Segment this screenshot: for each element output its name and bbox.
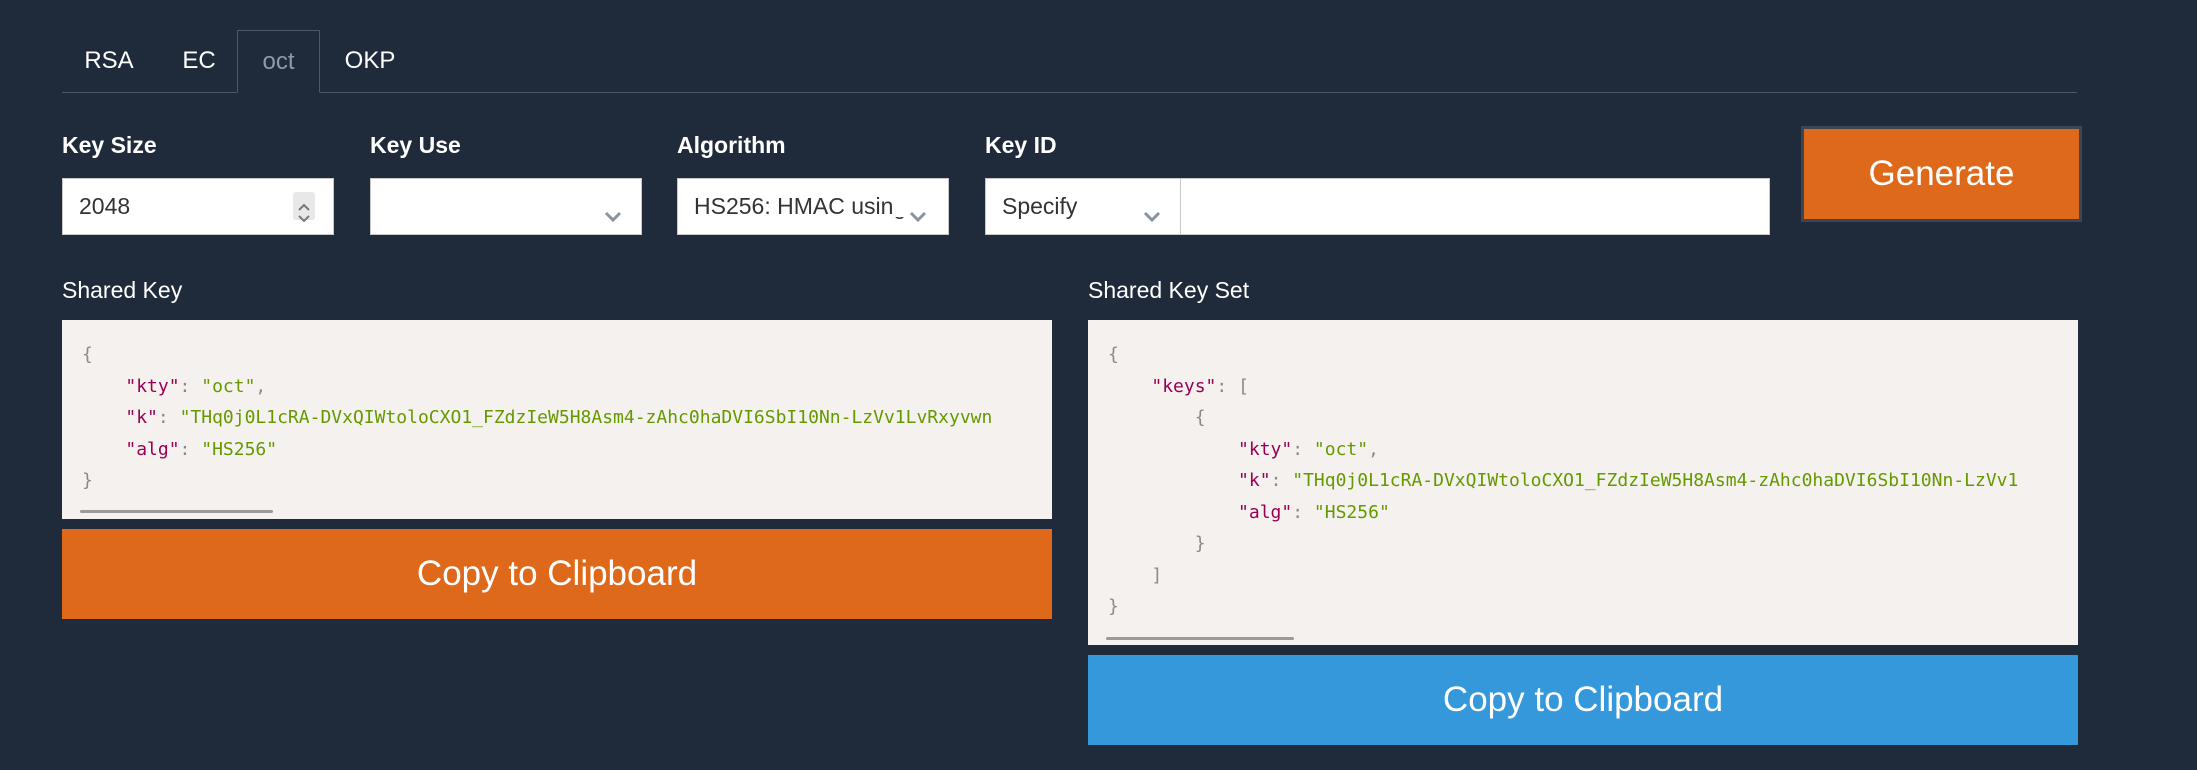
key-size-value: 2048 — [79, 193, 131, 219]
chevron-down-icon — [601, 193, 625, 223]
copy-key-set-button[interactable]: Copy to Clipboard — [1088, 655, 2078, 745]
chevron-down-icon — [892, 193, 948, 223]
json-key: "kty" — [1238, 438, 1293, 460]
horizontal-scrollbar[interactable] — [1106, 637, 1294, 640]
tab-okp[interactable]: OKP — [320, 30, 420, 92]
json-key: "kty" — [125, 375, 180, 397]
key-id-mode-select[interactable]: Specify — [985, 178, 1181, 235]
json-key: "k" — [1238, 470, 1271, 491]
spinner-icon[interactable] — [293, 192, 315, 223]
copy-key-button[interactable]: Copy to Clipboard — [62, 529, 1052, 619]
shared-key-code[interactable]: { "kty": "oct", "k": "THq0j0L1cRA-DVxQIW… — [62, 320, 1052, 519]
json-key: "alg" — [125, 438, 180, 460]
horizontal-scrollbar[interactable] — [80, 510, 273, 513]
chevron-down-icon — [1140, 193, 1164, 223]
json-value: "THq0j0L1cRA-DVxQIWtoloCXO1_FZdzIeW5H8As… — [179, 407, 993, 428]
key-id-mode-value: Specify — [1002, 193, 1078, 219]
json-key: "alg" — [1238, 501, 1293, 523]
json-value: "oct" — [201, 375, 256, 397]
shared-key-set-code[interactable]: { "keys": [ { "kty": "oct", "k": "THq0j0… — [1088, 320, 2078, 645]
tab-oct[interactable]: oct — [237, 30, 320, 93]
shared-key-title: Shared Key — [62, 277, 183, 303]
json-value: "THq0j0L1cRA-DVxQIWtoloCXO1_FZdzIeW5H8As… — [1292, 470, 2019, 491]
shared-key-set-title: Shared Key Set — [1088, 277, 1250, 303]
key-id-label: Key ID — [985, 132, 1057, 158]
key-type-tabs: RSA EC oct OKP — [62, 30, 2077, 93]
generate-button[interactable]: Generate — [1801, 126, 2082, 222]
key-size-input[interactable]: 2048 — [62, 178, 334, 235]
key-id-input[interactable] — [1180, 178, 1770, 235]
json-key: "keys" — [1151, 375, 1217, 397]
key-use-select[interactable] — [370, 178, 642, 235]
algorithm-label: Algorithm — [677, 132, 786, 158]
json-value: "HS256" — [201, 438, 278, 460]
json-value: "oct" — [1313, 438, 1369, 460]
json-key: "k" — [125, 407, 158, 428]
tab-rsa[interactable]: RSA — [62, 30, 156, 92]
key-size-label: Key Size — [62, 132, 157, 158]
algorithm-select[interactable]: HS256: HMAC using SHA-256 — [677, 178, 949, 235]
key-use-label: Key Use — [370, 132, 461, 158]
json-value: "HS256" — [1313, 501, 1390, 523]
tab-ec[interactable]: EC — [156, 30, 242, 92]
